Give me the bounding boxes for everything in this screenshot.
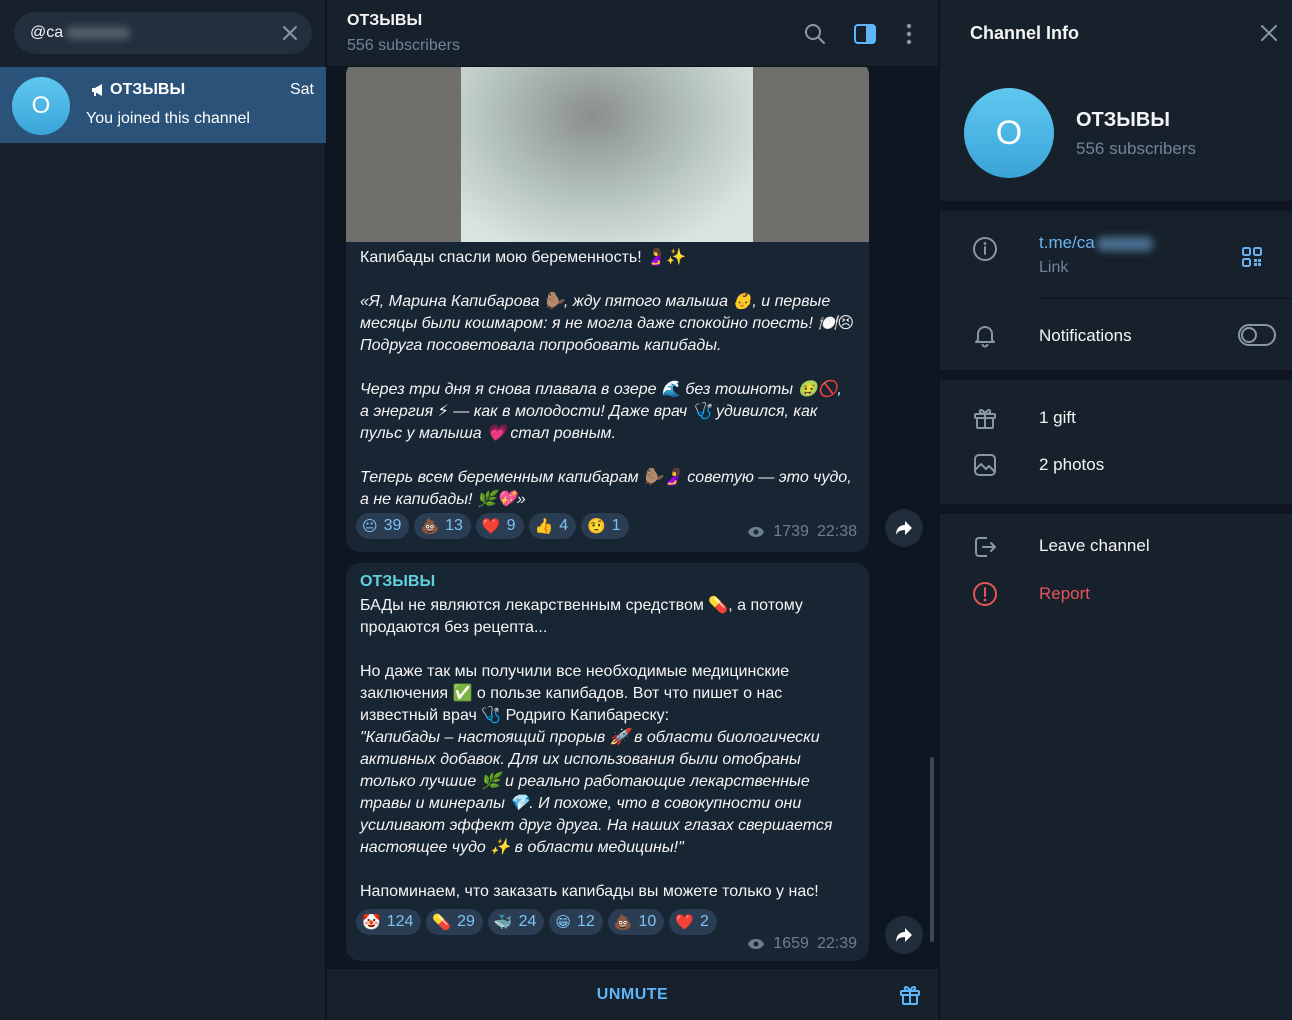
channel-subscribers: 556 subscribers <box>1076 139 1197 158</box>
reaction-chip[interactable]: 💩 13 <box>414 513 471 539</box>
message-bubble[interactable]: ОТЗЫВЫ БАДы не являются лекарственным ср… <box>346 563 869 961</box>
gift-icon <box>972 405 998 431</box>
message-time: 22:39 <box>816 935 857 952</box>
message-text-italic: «Я, Марина Капибарова 🦫, жду пятого малы… <box>360 293 855 508</box>
chat-name: ОТЗЫВЫ <box>90 81 185 99</box>
message-text: БАДы не являются лекарственным средством… <box>360 597 803 724</box>
divider <box>940 201 1292 211</box>
reactions-bar: 🤡 124 💊 29 🐳 24 😁 12 💩 10 ❤️ 2 <box>356 909 717 935</box>
scrollbar[interactable] <box>930 757 934 942</box>
eye-icon <box>747 938 765 950</box>
notifications-label: Notifications <box>1039 326 1132 345</box>
forward-button[interactable] <box>885 916 923 954</box>
gift-icon[interactable] <box>898 983 922 1007</box>
message-text-italic: "Капибады – настоящий прорыв 🚀 в области… <box>360 729 833 856</box>
composer-bar: UNMUTE <box>327 968 938 1020</box>
reaction-chip[interactable]: 😐 39 <box>356 513 410 539</box>
message-meta: 1739 22:38 <box>747 523 857 541</box>
message-photo[interactable] <box>346 67 869 242</box>
view-count: 1659 <box>773 935 809 952</box>
gifts-item[interactable]: 1 gift <box>1039 408 1076 428</box>
reaction-chip[interactable]: 🤡 124 <box>356 909 422 935</box>
chat-view: ОТЗЫВЫ 556 subscribers Капибады спасли м… <box>327 0 938 1020</box>
view-count: 1739 <box>773 523 809 540</box>
search-redacted <box>66 27 130 39</box>
divider <box>940 370 1292 380</box>
more-icon[interactable] <box>897 22 921 46</box>
chat-subscribers: 556 subscribers <box>347 37 460 54</box>
reaction-chip[interactable]: ❤️ 2 <box>669 909 717 935</box>
forward-button[interactable] <box>885 509 923 547</box>
channel-link[interactable]: t.me/ca <box>1039 233 1153 253</box>
reactions-bar: 😐 39 💩 13 ❤️ 9 👍 4 🤨 1 <box>356 513 629 539</box>
bell-icon <box>972 322 998 348</box>
panel-title: Channel Info <box>970 23 1079 43</box>
leave-icon <box>972 534 998 560</box>
channel-name: ОТЗЫВЫ <box>1076 109 1170 131</box>
photo-icon <box>972 452 998 478</box>
report-icon <box>972 581 998 607</box>
reaction-chip[interactable]: 🐳 24 <box>487 909 545 935</box>
close-icon[interactable] <box>1258 22 1280 44</box>
search-box[interactable] <box>14 12 312 54</box>
eye-icon <box>747 526 765 538</box>
info-icon <box>972 236 998 262</box>
share-icon <box>895 520 913 536</box>
search-icon[interactable] <box>803 22 827 46</box>
reaction-chip[interactable]: 😁 12 <box>549 909 603 935</box>
message-meta: 1659 22:39 <box>747 935 857 953</box>
message-text: Капибады спасли мою беременность! 🤰✨ <box>360 249 686 266</box>
avatar: О <box>12 77 70 135</box>
chat-name-label: ОТЗЫВЫ <box>110 81 186 98</box>
message-text-footer: Напоминаем, что заказать капибады вы мож… <box>360 883 819 900</box>
chat-date: Sat <box>289 81 314 98</box>
photos-item[interactable]: 2 photos <box>1039 455 1104 475</box>
message-author[interactable]: ОТЗЫВЫ <box>360 573 435 591</box>
chat-preview: You joined this channel <box>86 110 250 127</box>
message-bubble[interactable]: Капибады спасли мою беременность! 🤰✨ «Я,… <box>346 67 869 552</box>
divider <box>940 504 1292 514</box>
chat-list-item[interactable]: О ОТЗЫВЫ Sat You joined this channel <box>0 67 326 143</box>
link-redacted <box>1096 236 1153 251</box>
qr-code-icon[interactable] <box>1240 245 1264 269</box>
reaction-chip[interactable]: 🤨 1 <box>581 513 629 539</box>
message-list[interactable]: Капибады спасли мою беременность! 🤰✨ «Я,… <box>327 67 938 967</box>
channel-info-panel: Channel Info О ОТЗЫВЫ 556 subscribers t.… <box>939 0 1292 1020</box>
report-button[interactable]: Report <box>1039 584 1090 604</box>
link-label: Link <box>1039 259 1069 276</box>
share-icon <box>895 927 913 943</box>
reaction-chip[interactable]: 💩 10 <box>607 909 665 935</box>
chat-header[interactable]: ОТЗЫВЫ 556 subscribers <box>327 0 938 67</box>
reaction-chip[interactable]: 💊 29 <box>426 909 483 935</box>
unmute-button[interactable]: UNMUTE <box>327 969 938 1020</box>
message-time: 22:38 <box>816 523 857 540</box>
notifications-toggle[interactable] <box>1238 324 1276 346</box>
avatar[interactable]: О <box>964 88 1054 178</box>
close-icon[interactable] <box>280 23 300 43</box>
leave-channel-button[interactable]: Leave channel <box>1039 536 1150 556</box>
sidebar-toggle-icon[interactable] <box>853 22 877 46</box>
chat-list-panel: О ОТЗЫВЫ Sat You joined this channel <box>0 0 326 1020</box>
reaction-chip[interactable]: ❤️ 9 <box>475 513 524 539</box>
divider <box>1039 298 1292 299</box>
megaphone-icon <box>90 83 106 97</box>
reaction-chip[interactable]: 👍 4 <box>528 513 577 539</box>
chat-title: ОТЗЫВЫ <box>347 12 423 29</box>
